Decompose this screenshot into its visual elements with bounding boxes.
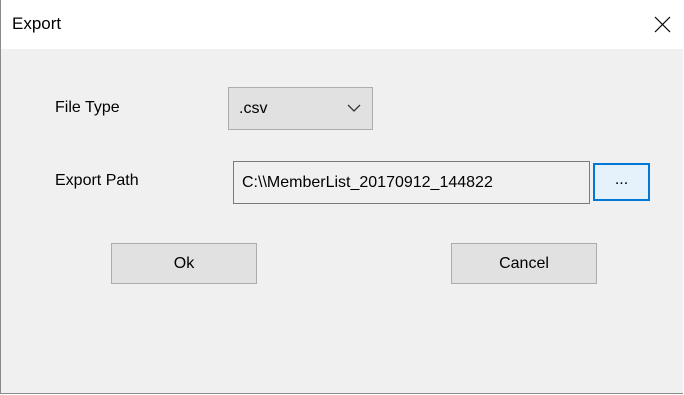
- file-type-label: File Type: [55, 99, 120, 116]
- export-path-field[interactable]: C:\\MemberList_20170912_144822: [233, 161, 590, 204]
- export-path-value: C:\\MemberList_20170912_144822: [242, 174, 493, 191]
- close-button[interactable]: [639, 0, 683, 49]
- cancel-button[interactable]: Cancel: [451, 243, 597, 284]
- file-type-value: .csv: [239, 100, 268, 117]
- dialog-title: Export: [12, 14, 62, 33]
- ok-button[interactable]: Ok: [111, 243, 257, 284]
- export-path-label: Export Path: [55, 172, 139, 189]
- title-bar: Export: [1, 0, 683, 49]
- browse-button[interactable]: ...: [593, 163, 650, 201]
- file-type-select[interactable]: .csv: [228, 87, 373, 130]
- chevron-down-icon: [347, 104, 361, 112]
- export-dialog: Export File Type .csv Export Path C:\\Me…: [0, 0, 683, 394]
- close-icon: [654, 16, 671, 33]
